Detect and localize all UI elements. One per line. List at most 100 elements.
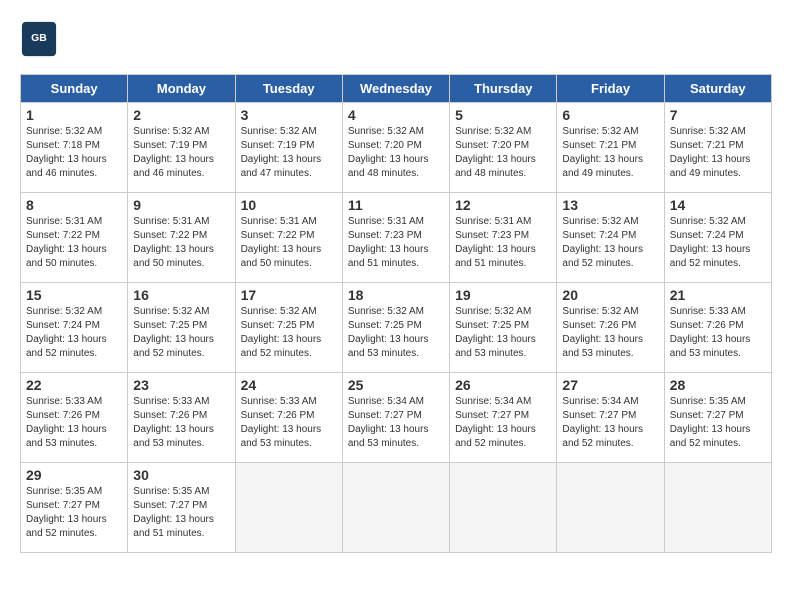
logo-icon: GB: [20, 20, 58, 58]
cell-info: Sunrise: 5:32 AMSunset: 7:25 PMDaylight:…: [241, 305, 337, 361]
calendar-cell: 13 Sunrise: 5:32 AMSunset: 7:24 PMDaylig…: [557, 193, 664, 283]
day-number: 23: [133, 377, 229, 393]
calendar-cell: [450, 463, 557, 553]
day-number: 15: [26, 287, 122, 303]
calendar-cell: 23 Sunrise: 5:33 AMSunset: 7:26 PMDaylig…: [128, 373, 235, 463]
day-number: 30: [133, 467, 229, 483]
cell-info: Sunrise: 5:34 AMSunset: 7:27 PMDaylight:…: [562, 395, 658, 451]
calendar-cell: 1 Sunrise: 5:32 AMSunset: 7:18 PMDayligh…: [21, 103, 128, 193]
calendar-cell: 22 Sunrise: 5:33 AMSunset: 7:26 PMDaylig…: [21, 373, 128, 463]
day-number: 3: [241, 107, 337, 123]
calendar-cell: 9 Sunrise: 5:31 AMSunset: 7:22 PMDayligh…: [128, 193, 235, 283]
day-number: 2: [133, 107, 229, 123]
calendar-cell: 27 Sunrise: 5:34 AMSunset: 7:27 PMDaylig…: [557, 373, 664, 463]
cell-info: Sunrise: 5:32 AMSunset: 7:25 PMDaylight:…: [348, 305, 444, 361]
calendar-cell: 18 Sunrise: 5:32 AMSunset: 7:25 PMDaylig…: [342, 283, 449, 373]
calendar-week-row: 22 Sunrise: 5:33 AMSunset: 7:26 PMDaylig…: [21, 373, 772, 463]
cell-info: Sunrise: 5:31 AMSunset: 7:23 PMDaylight:…: [455, 215, 551, 271]
cell-info: Sunrise: 5:35 AMSunset: 7:27 PMDaylight:…: [26, 485, 122, 541]
day-number: 7: [670, 107, 766, 123]
svg-text:GB: GB: [31, 33, 47, 44]
day-number: 1: [26, 107, 122, 123]
calendar-cell: 5 Sunrise: 5:32 AMSunset: 7:20 PMDayligh…: [450, 103, 557, 193]
cell-info: Sunrise: 5:31 AMSunset: 7:22 PMDaylight:…: [241, 215, 337, 271]
calendar-week-row: 15 Sunrise: 5:32 AMSunset: 7:24 PMDaylig…: [21, 283, 772, 373]
cell-info: Sunrise: 5:32 AMSunset: 7:19 PMDaylight:…: [241, 125, 337, 181]
day-number: 8: [26, 197, 122, 213]
day-number: 14: [670, 197, 766, 213]
calendar-cell: 21 Sunrise: 5:33 AMSunset: 7:26 PMDaylig…: [664, 283, 771, 373]
day-number: 21: [670, 287, 766, 303]
day-number: 11: [348, 197, 444, 213]
calendar-cell: 6 Sunrise: 5:32 AMSunset: 7:21 PMDayligh…: [557, 103, 664, 193]
calendar-cell: 11 Sunrise: 5:31 AMSunset: 7:23 PMDaylig…: [342, 193, 449, 283]
calendar-cell: 12 Sunrise: 5:31 AMSunset: 7:23 PMDaylig…: [450, 193, 557, 283]
day-number: 29: [26, 467, 122, 483]
cell-info: Sunrise: 5:35 AMSunset: 7:27 PMDaylight:…: [133, 485, 229, 541]
weekday-header-row: SundayMondayTuesdayWednesdayThursdayFrid…: [21, 75, 772, 103]
calendar-week-row: 29 Sunrise: 5:35 AMSunset: 7:27 PMDaylig…: [21, 463, 772, 553]
weekday-header-saturday: Saturday: [664, 75, 771, 103]
cell-info: Sunrise: 5:33 AMSunset: 7:26 PMDaylight:…: [133, 395, 229, 451]
calendar-cell: 24 Sunrise: 5:33 AMSunset: 7:26 PMDaylig…: [235, 373, 342, 463]
cell-info: Sunrise: 5:32 AMSunset: 7:21 PMDaylight:…: [670, 125, 766, 181]
day-number: 5: [455, 107, 551, 123]
cell-info: Sunrise: 5:32 AMSunset: 7:18 PMDaylight:…: [26, 125, 122, 181]
cell-info: Sunrise: 5:32 AMSunset: 7:24 PMDaylight:…: [562, 215, 658, 271]
cell-info: Sunrise: 5:33 AMSunset: 7:26 PMDaylight:…: [26, 395, 122, 451]
day-number: 24: [241, 377, 337, 393]
cell-info: Sunrise: 5:32 AMSunset: 7:20 PMDaylight:…: [348, 125, 444, 181]
day-number: 16: [133, 287, 229, 303]
day-number: 4: [348, 107, 444, 123]
cell-info: Sunrise: 5:31 AMSunset: 7:22 PMDaylight:…: [133, 215, 229, 271]
cell-info: Sunrise: 5:31 AMSunset: 7:22 PMDaylight:…: [26, 215, 122, 271]
day-number: 26: [455, 377, 551, 393]
calendar-cell: 15 Sunrise: 5:32 AMSunset: 7:24 PMDaylig…: [21, 283, 128, 373]
calendar-cell: 3 Sunrise: 5:32 AMSunset: 7:19 PMDayligh…: [235, 103, 342, 193]
day-number: 10: [241, 197, 337, 213]
cell-info: Sunrise: 5:32 AMSunset: 7:19 PMDaylight:…: [133, 125, 229, 181]
calendar-cell: 10 Sunrise: 5:31 AMSunset: 7:22 PMDaylig…: [235, 193, 342, 283]
day-number: 9: [133, 197, 229, 213]
day-number: 27: [562, 377, 658, 393]
calendar-cell: [664, 463, 771, 553]
day-number: 12: [455, 197, 551, 213]
day-number: 28: [670, 377, 766, 393]
calendar-cell: 26 Sunrise: 5:34 AMSunset: 7:27 PMDaylig…: [450, 373, 557, 463]
weekday-header-wednesday: Wednesday: [342, 75, 449, 103]
cell-info: Sunrise: 5:32 AMSunset: 7:25 PMDaylight:…: [455, 305, 551, 361]
cell-info: Sunrise: 5:32 AMSunset: 7:20 PMDaylight:…: [455, 125, 551, 181]
calendar-cell: 4 Sunrise: 5:32 AMSunset: 7:20 PMDayligh…: [342, 103, 449, 193]
calendar-cell: 8 Sunrise: 5:31 AMSunset: 7:22 PMDayligh…: [21, 193, 128, 283]
weekday-header-thursday: Thursday: [450, 75, 557, 103]
cell-info: Sunrise: 5:34 AMSunset: 7:27 PMDaylight:…: [348, 395, 444, 451]
day-number: 20: [562, 287, 658, 303]
weekday-header-friday: Friday: [557, 75, 664, 103]
weekday-header-monday: Monday: [128, 75, 235, 103]
day-number: 18: [348, 287, 444, 303]
day-number: 13: [562, 197, 658, 213]
calendar-cell: 25 Sunrise: 5:34 AMSunset: 7:27 PMDaylig…: [342, 373, 449, 463]
day-number: 25: [348, 377, 444, 393]
calendar-cell: 7 Sunrise: 5:32 AMSunset: 7:21 PMDayligh…: [664, 103, 771, 193]
day-number: 22: [26, 377, 122, 393]
cell-info: Sunrise: 5:32 AMSunset: 7:26 PMDaylight:…: [562, 305, 658, 361]
calendar-cell: [235, 463, 342, 553]
weekday-header-sunday: Sunday: [21, 75, 128, 103]
calendar-cell: 19 Sunrise: 5:32 AMSunset: 7:25 PMDaylig…: [450, 283, 557, 373]
calendar-cell: [557, 463, 664, 553]
calendar-cell: 29 Sunrise: 5:35 AMSunset: 7:27 PMDaylig…: [21, 463, 128, 553]
calendar-cell: 2 Sunrise: 5:32 AMSunset: 7:19 PMDayligh…: [128, 103, 235, 193]
calendar-cell: 20 Sunrise: 5:32 AMSunset: 7:26 PMDaylig…: [557, 283, 664, 373]
page-header: GB: [20, 20, 772, 58]
calendar-cell: 16 Sunrise: 5:32 AMSunset: 7:25 PMDaylig…: [128, 283, 235, 373]
calendar-cell: 14 Sunrise: 5:32 AMSunset: 7:24 PMDaylig…: [664, 193, 771, 283]
calendar-table: SundayMondayTuesdayWednesdayThursdayFrid…: [20, 74, 772, 553]
calendar-cell: [342, 463, 449, 553]
cell-info: Sunrise: 5:34 AMSunset: 7:27 PMDaylight:…: [455, 395, 551, 451]
cell-info: Sunrise: 5:32 AMSunset: 7:24 PMDaylight:…: [26, 305, 122, 361]
calendar-cell: 28 Sunrise: 5:35 AMSunset: 7:27 PMDaylig…: [664, 373, 771, 463]
day-number: 6: [562, 107, 658, 123]
cell-info: Sunrise: 5:33 AMSunset: 7:26 PMDaylight:…: [241, 395, 337, 451]
logo: GB: [20, 20, 62, 58]
